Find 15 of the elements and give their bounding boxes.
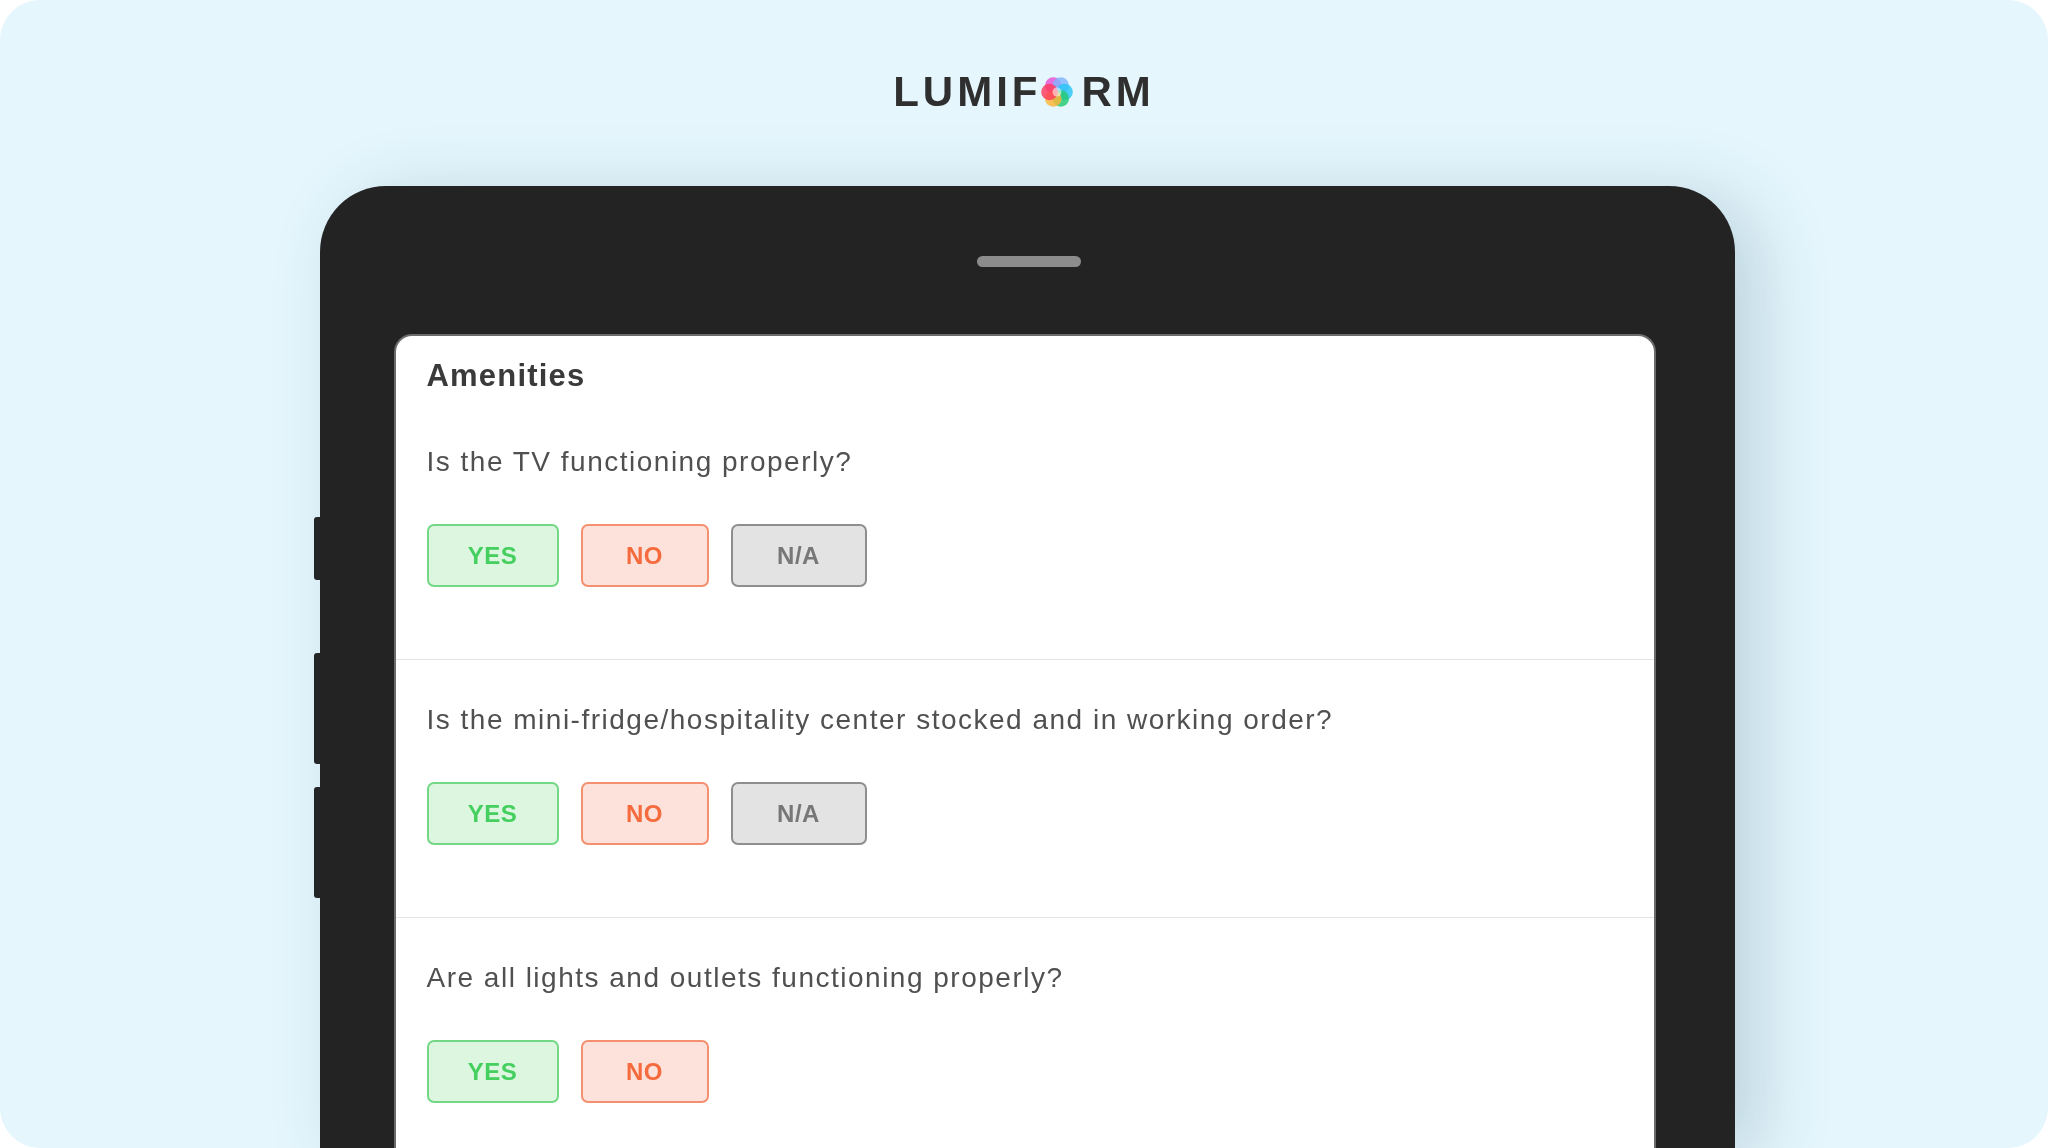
question-text: Is the TV functioning properly? xyxy=(426,446,853,478)
na-button[interactable]: N/A xyxy=(730,524,867,587)
flower-logo-icon xyxy=(1041,76,1074,108)
yes-button[interactable]: YES xyxy=(426,524,559,587)
no-button[interactable]: NO xyxy=(580,524,709,587)
na-button[interactable]: N/A xyxy=(730,782,867,845)
no-button[interactable]: NO xyxy=(580,1040,709,1103)
question-text: Is the mini-fridge/hospitality center stocked and in working order? xyxy=(426,704,1334,736)
yes-button[interactable]: YES xyxy=(426,1040,559,1103)
logo-text: LUMIF xyxy=(893,68,1042,116)
section-heading: Amenities xyxy=(426,358,586,394)
no-button[interactable]: NO xyxy=(580,782,709,845)
yes-button[interactable]: YES xyxy=(426,782,559,845)
question-text: Are all lights and outlets functioning properly? xyxy=(426,962,1064,994)
logo-text: RM xyxy=(1081,68,1155,116)
